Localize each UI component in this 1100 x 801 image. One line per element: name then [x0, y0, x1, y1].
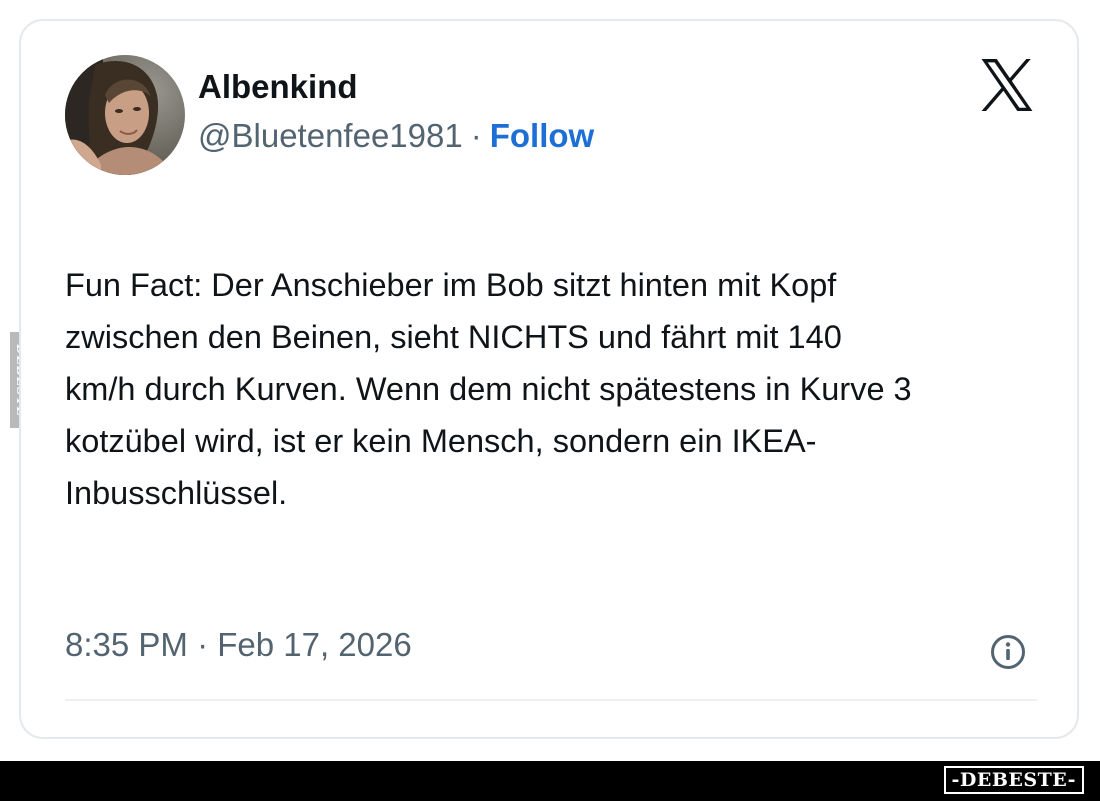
handle-separator: · — [470, 117, 482, 154]
avatar-photo — [65, 55, 185, 175]
screenshot-stage: DEBESTE — [0, 0, 1100, 801]
card-divider — [65, 699, 1037, 701]
watermark-bar: -DEBESTE- — [0, 761, 1100, 801]
watermark-logo: -DEBESTE- — [943, 766, 1084, 794]
tweet-timestamp[interactable]: 8:35 PM · Feb 17, 2026 — [65, 626, 412, 664]
tweet-text-line: Fun Fact: Der Anschieber im Bob sitzt hi… — [65, 267, 837, 303]
info-icon[interactable] — [989, 633, 1027, 671]
tweet-text-line: kotzübel wird, ist er kein Mensch, sonde… — [65, 423, 817, 459]
display-name[interactable]: Albenkind — [198, 68, 358, 106]
x-logo-icon[interactable] — [979, 59, 1035, 111]
tweet-text: Fun Fact: Der Anschieber im Bob sitzt hi… — [65, 259, 1055, 519]
tweet-card: Albenkind @Bluetenfee1981 · Follow Fun Fac… — [19, 19, 1079, 739]
tweet-text-line: zwischen den Beinen, sieht NICHTS und fä… — [65, 319, 842, 355]
avatar[interactable] — [65, 55, 185, 175]
follow-button[interactable]: Follow — [490, 117, 594, 154]
handle-row: @Bluetenfee1981 · Follow — [198, 117, 594, 155]
tweet-text-line: km/h durch Kurven. Wenn dem nicht spätes… — [65, 371, 912, 407]
tweet-text-line: Inbusschlüssel. — [65, 475, 288, 511]
user-handle[interactable]: @Bluetenfee1981 — [198, 117, 463, 154]
